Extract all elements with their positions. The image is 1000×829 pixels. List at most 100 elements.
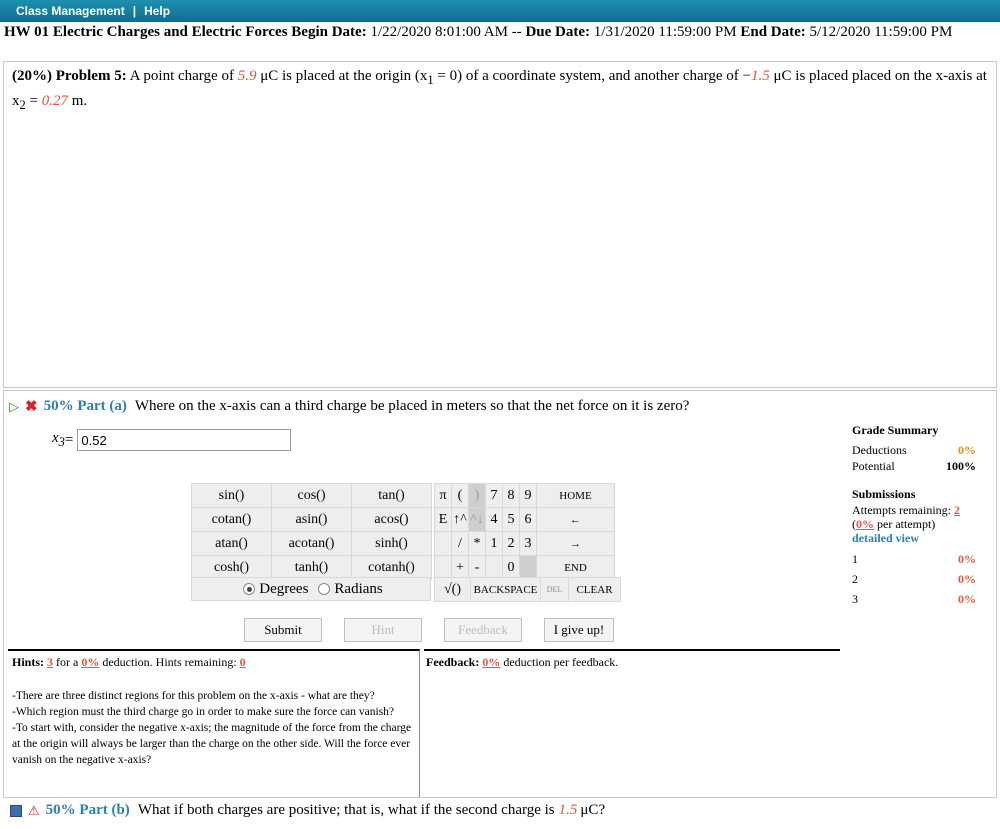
key-home[interactable]: HOME bbox=[536, 483, 615, 508]
attempts-label: Attempts remaining: bbox=[852, 503, 951, 517]
submissions-title: Submissions bbox=[852, 487, 916, 501]
problem-text: μC is placed at the origin (x bbox=[260, 68, 428, 84]
fn-sin[interactable]: sin() bbox=[191, 483, 272, 508]
end-date: 5/12/2020 11:59:00 PM bbox=[809, 24, 953, 40]
assignment-header: HW 01 Electric Charges and Electric Forc… bbox=[0, 22, 1000, 41]
submit-button[interactable]: Submit bbox=[244, 618, 322, 642]
key-end[interactable]: END bbox=[536, 555, 615, 580]
fn-asin[interactable]: asin() bbox=[271, 507, 352, 532]
key-power[interactable]: ↑^ bbox=[451, 507, 469, 532]
part-a-question: Where on the x-axis can a third charge b… bbox=[134, 398, 690, 414]
key-sqrt[interactable]: √() bbox=[434, 577, 471, 602]
key-open-paren[interactable]: ( bbox=[451, 483, 469, 508]
part-a-title: 50% Part (a) bbox=[43, 398, 127, 414]
key-5[interactable]: 5 bbox=[502, 507, 520, 532]
fn-cos[interactable]: cos() bbox=[271, 483, 352, 508]
key-e[interactable]: E bbox=[434, 507, 452, 532]
begin-date: 1/22/2020 8:01:00 AM bbox=[370, 24, 508, 40]
fn-acotan[interactable]: acotan() bbox=[271, 531, 352, 556]
key-minus[interactable]: - bbox=[468, 555, 486, 580]
part-a-panel: ▷ ✖ 50% Part (a) Where on the x-axis can… bbox=[3, 390, 997, 798]
angle-mode-selector: Degrees Radians bbox=[191, 577, 431, 601]
action-buttons: Submit Hint Feedback I give up! bbox=[244, 618, 614, 642]
hints-deduction-pct: 0% bbox=[81, 655, 100, 669]
part-b-question: What if both charges are positive; that … bbox=[137, 802, 555, 818]
key-del[interactable]: DEL bbox=[540, 577, 569, 602]
hints-count: 3 bbox=[47, 655, 54, 669]
part-b-unit: μC? bbox=[580, 802, 606, 818]
key-close-paren[interactable]: ) bbox=[468, 483, 486, 508]
fn-tan[interactable]: tan() bbox=[351, 483, 432, 508]
part-b-header[interactable]: ⚠ 50% Part (b) What if both charges are … bbox=[10, 802, 605, 819]
part-a-header: ▷ ✖ 50% Part (a) Where on the x-axis can… bbox=[9, 397, 689, 416]
key-left-arrow[interactable]: ← bbox=[536, 507, 615, 532]
key-3[interactable]: 3 bbox=[519, 531, 537, 556]
key-plus[interactable]: + bbox=[451, 555, 469, 580]
answer-row: x3 = bbox=[52, 429, 292, 451]
hints-label: Hints: bbox=[12, 655, 45, 669]
help-link[interactable]: Help bbox=[144, 4, 170, 18]
fn-tanh[interactable]: tanh() bbox=[271, 555, 352, 580]
collapse-icon[interactable] bbox=[10, 804, 22, 817]
key-right-arrow[interactable]: → bbox=[536, 531, 615, 556]
equals-sign: = bbox=[64, 431, 74, 448]
number-keypad: π ( ) 7 8 9 HOME E ↑^ ^↓ 4 5 6 ← / * 1 2… bbox=[434, 483, 615, 580]
hw-title: HW 01 Electric Charges and Electric Forc… bbox=[4, 24, 288, 40]
key-multiply[interactable]: * bbox=[468, 531, 486, 556]
give-up-button[interactable]: I give up! bbox=[544, 618, 614, 642]
key-4[interactable]: 4 bbox=[485, 507, 503, 532]
top-nav-bar: Class Management | Help bbox=[0, 0, 1000, 22]
key-backspace[interactable]: BACKSPACE bbox=[470, 577, 541, 602]
answer-variable: x3 bbox=[52, 430, 65, 449]
problem-text: = bbox=[25, 93, 42, 109]
fn-sinh[interactable]: sinh() bbox=[351, 531, 432, 556]
key-6[interactable]: 6 bbox=[519, 507, 537, 532]
feedback-button[interactable]: Feedback bbox=[444, 618, 522, 642]
per-attempt-label: per attempt) bbox=[877, 517, 936, 531]
hints-remaining: 0 bbox=[239, 655, 246, 669]
key-8[interactable]: 8 bbox=[502, 483, 520, 508]
answer-input[interactable] bbox=[77, 429, 292, 451]
hints-panel: Hints: 3 for a 0% deduction. Hints remai… bbox=[8, 649, 420, 797]
fn-cotanh[interactable]: cotanh() bbox=[351, 555, 432, 580]
key-clear[interactable]: CLEAR bbox=[568, 577, 621, 602]
key-2[interactable]: 2 bbox=[502, 531, 520, 556]
detailed-view-link[interactable]: detailed view bbox=[852, 531, 976, 545]
begin-date-label: Begin Date: bbox=[291, 24, 367, 40]
class-management-link[interactable]: Class Management bbox=[16, 4, 125, 18]
key-7[interactable]: 7 bbox=[485, 483, 503, 508]
expand-arrow-icon[interactable]: ▷ bbox=[9, 399, 19, 415]
per-attempt-pct: 0% bbox=[856, 517, 874, 531]
feedback-panel: Feedback: 0% deduction per feedback. bbox=[424, 649, 840, 674]
feedback-pct: 0% bbox=[482, 655, 501, 669]
fn-cosh[interactable]: cosh() bbox=[191, 555, 272, 580]
feedback-label: Feedback: bbox=[426, 655, 480, 669]
key-subscript[interactable]: ^↓ bbox=[468, 507, 486, 532]
hint-button[interactable]: Hint bbox=[344, 618, 422, 642]
potential-value: 100% bbox=[946, 459, 976, 473]
submission-number: 1 bbox=[852, 552, 858, 566]
degrees-label: Degrees bbox=[259, 580, 309, 597]
part-b-title: 50% Part (b) bbox=[45, 802, 130, 818]
key-divide[interactable]: / bbox=[451, 531, 469, 556]
fn-cotan[interactable]: cotan() bbox=[191, 507, 272, 532]
fn-acos[interactable]: acos() bbox=[351, 507, 432, 532]
keypad-bottom-row: √() BACKSPACE DEL CLEAR bbox=[434, 577, 621, 602]
key-blank bbox=[485, 555, 503, 580]
key-0[interactable]: 0 bbox=[502, 555, 520, 580]
deductions-value: 0% bbox=[958, 443, 976, 457]
key-blank bbox=[434, 555, 452, 580]
radians-radio[interactable] bbox=[318, 583, 331, 595]
key-9[interactable]: 9 bbox=[519, 483, 537, 508]
problem-name: Problem 5: bbox=[55, 68, 127, 84]
submission-score: 0% bbox=[958, 552, 976, 566]
key-decimal[interactable] bbox=[519, 555, 537, 580]
submissions-panel: Submissions Attempts remaining: 2 (0% pe… bbox=[852, 487, 976, 609]
fn-atan[interactable]: atan() bbox=[191, 531, 272, 556]
charge-1-value: 5.9 bbox=[237, 68, 257, 84]
key-1[interactable]: 1 bbox=[485, 531, 503, 556]
key-blank bbox=[434, 531, 452, 556]
degrees-radio[interactable] bbox=[243, 583, 256, 595]
due-date-label: Due Date: bbox=[525, 24, 591, 40]
key-pi[interactable]: π bbox=[434, 483, 452, 508]
